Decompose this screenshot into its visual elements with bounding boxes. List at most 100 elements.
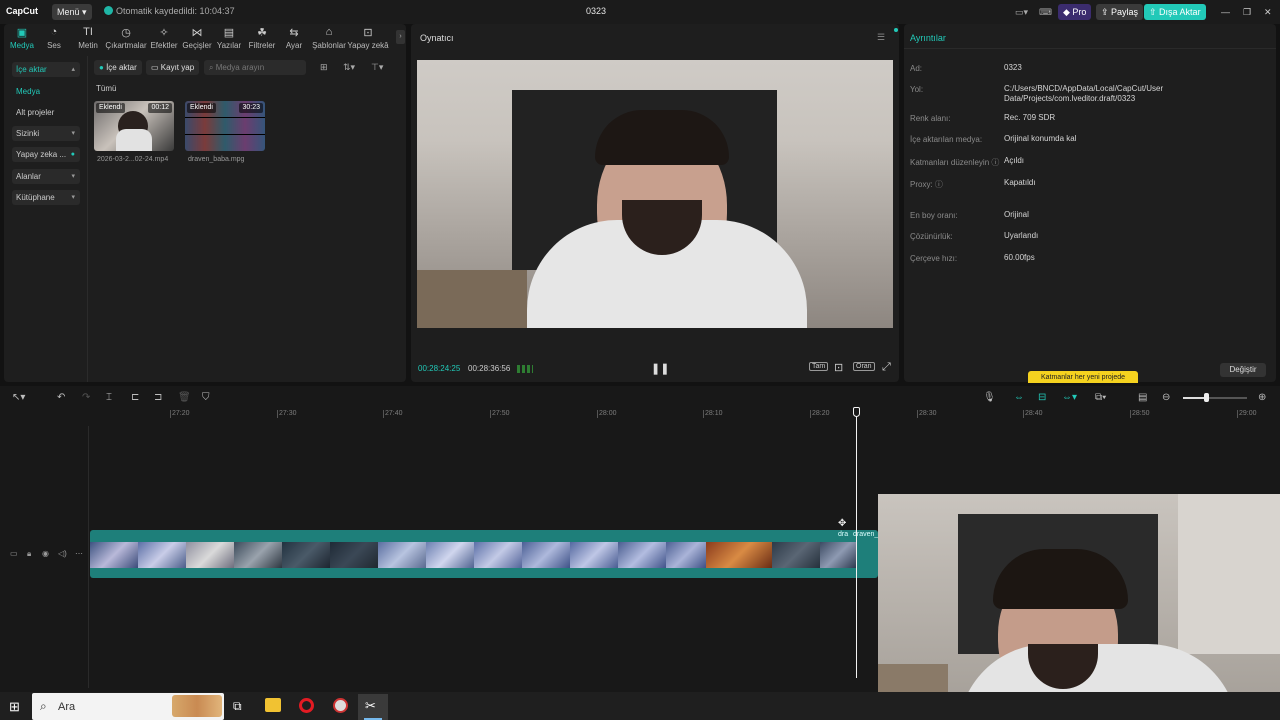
playhead[interactable] xyxy=(856,410,857,678)
media-clip-thumbnail[interactable]: Eklendi 30:23 xyxy=(185,101,265,151)
file-explorer-icon[interactable] xyxy=(265,698,281,712)
auto-snap-icon[interactable]: ⊟ xyxy=(1038,392,1046,403)
opera-icon[interactable] xyxy=(299,698,314,713)
caption-icon[interactable]: ▤ xyxy=(1138,392,1147,403)
detail-value: 0323 xyxy=(1004,63,1022,72)
clip-frame xyxy=(378,542,426,568)
ruler-tick: 28:40 xyxy=(1023,410,1043,418)
restore-icon[interactable]: ❐ xyxy=(1238,4,1256,20)
clip-duration: 30:23 xyxy=(239,103,263,113)
clip-filename: 2026-03-2...02-24.mp4 xyxy=(97,156,169,163)
video-preview[interactable] xyxy=(417,60,893,328)
player-title: Oynatıcı xyxy=(420,33,454,43)
task-view-icon[interactable]: ⧉ xyxy=(233,699,242,714)
undo-icon[interactable]: ↶ xyxy=(57,392,65,403)
change-button[interactable]: Değiştir xyxy=(1220,363,1266,377)
media-clip-thumbnail[interactable]: Eklendi 00:12 xyxy=(94,101,174,151)
split-left-icon[interactable]: ⊏ xyxy=(131,392,139,403)
split-icon[interactable]: ⌶ xyxy=(106,392,112,403)
sidebar-item-library[interactable]: Kütüphane ▾ xyxy=(12,190,80,205)
tool-templates[interactable]: ⌂ Şablonlar xyxy=(307,26,351,50)
preview-axis-icon[interactable]: ⧉▾ xyxy=(1095,392,1106,403)
timeline-ruler[interactable] xyxy=(88,406,1280,420)
detail-label: Proxy: ⓘ xyxy=(910,180,943,189)
layout-icon[interactable]: ▭▾ xyxy=(1010,4,1033,20)
autosave-status: Otomatik kaydedildi: 10:04:37 xyxy=(104,6,235,16)
clip-frame xyxy=(772,542,820,568)
toolbar-scroll-right-icon[interactable]: › xyxy=(396,30,405,44)
sidebar-item-media[interactable]: Medya xyxy=(12,84,80,99)
detail-value: Uyarlandı xyxy=(1004,231,1039,240)
filter-icon[interactable]: ⊤▾ xyxy=(371,62,383,73)
shortcuts-icon[interactable]: ⌨ xyxy=(1034,4,1057,20)
clip-frame xyxy=(706,542,772,568)
import-button[interactable]: ● İçe aktar xyxy=(94,60,142,75)
ruler-tick: 27:20 xyxy=(170,410,190,418)
select-tool-icon[interactable]: ↖▾ xyxy=(12,392,25,403)
ruler-tick: 27:30 xyxy=(277,410,297,418)
grid-view-icon[interactable]: ⊞ xyxy=(320,62,328,73)
windows-start-icon[interactable]: ⊞ xyxy=(9,699,20,715)
detail-label: Katmanları düzenleyin ⓘ xyxy=(910,158,1000,167)
ruler-tick: 27:50 xyxy=(490,410,510,418)
filter-all-tab[interactable]: Tümü xyxy=(96,84,116,93)
details-divider xyxy=(904,48,1276,49)
menu-button[interactable]: Menü ▾ xyxy=(52,4,92,20)
fullscreen-icon[interactable]: ⤢ xyxy=(882,361,891,374)
info-icon[interactable]: ⓘ xyxy=(991,158,999,167)
player-menu-icon[interactable]: ☰ xyxy=(877,32,885,43)
marker-icon[interactable]: ⛉ xyxy=(202,392,210,403)
sidebar-item-spaces[interactable]: Alanlar ▾ xyxy=(12,169,80,184)
close-icon[interactable]: ✕ xyxy=(1259,4,1277,20)
webcam-overlay xyxy=(878,494,1280,720)
tool-ai[interactable]: ⊡ Yapay zekâ xyxy=(346,26,390,50)
search-input[interactable]: ⌕ Medya arayın xyxy=(204,60,306,75)
microphone-icon[interactable]: 🎙 xyxy=(983,392,996,403)
clip-frame xyxy=(282,542,330,568)
ruler-tick: 28:00 xyxy=(597,410,617,418)
sidebar-item-yours[interactable]: Sizinki ▾ xyxy=(12,126,80,141)
chevron-down-icon: ▾ xyxy=(71,173,75,180)
link-icon[interactable]: ⇔▾ xyxy=(1062,392,1077,403)
detail-label: Yol: xyxy=(910,85,924,94)
zoom-in-icon[interactable]: ⊕ xyxy=(1258,392,1266,403)
speaker-icon[interactable]: ◁) xyxy=(58,549,67,558)
playhead-handle[interactable] xyxy=(853,407,860,417)
split-right-icon[interactable]: ⊐ xyxy=(154,392,162,403)
zoom-out-icon[interactable]: ⊖ xyxy=(1162,392,1170,403)
info-icon[interactable]: ⓘ xyxy=(935,180,943,189)
lock-icon[interactable]: 🔒︎ xyxy=(27,549,31,559)
layers-tooltip: Katmanlar her yeni projede xyxy=(1028,371,1138,383)
sidebar-item-import[interactable]: İçe aktar ▴ xyxy=(12,62,80,77)
cover-icon[interactable]: ▭ xyxy=(10,549,18,558)
delete-icon[interactable]: 🗑 xyxy=(178,392,191,403)
ratio-button[interactable]: Oran xyxy=(853,362,875,371)
sidebar-item-subprojects[interactable]: Alt projeler xyxy=(12,105,80,120)
detail-label: Ad: xyxy=(910,64,923,73)
title-bar: CapCut Menü ▾ Otomatik kaydedildi: 10:04… xyxy=(0,0,1280,24)
app-icon[interactable] xyxy=(333,698,348,713)
more-icon[interactable]: ⋯ xyxy=(75,549,83,558)
clip-frame xyxy=(426,542,474,568)
record-button[interactable]: ▭ Kayıt yap xyxy=(146,60,200,75)
export-button[interactable]: ⇧ Dışa Aktar xyxy=(1144,4,1206,20)
minimize-icon[interactable]: — xyxy=(1216,4,1235,20)
clip-frame xyxy=(570,542,618,568)
detail-label: Renk alanı: xyxy=(910,114,951,123)
crop-icon[interactable]: ⊡ xyxy=(834,361,843,374)
zoom-slider-handle[interactable] xyxy=(1204,393,1209,402)
templates-icon: ⌂ xyxy=(325,26,333,38)
chevron-down-icon: ▾ xyxy=(71,130,75,137)
preview-hair xyxy=(595,110,729,165)
pro-button[interactable]: ◆ Pro xyxy=(1058,4,1092,20)
full-quality-button[interactable]: Tam xyxy=(809,362,829,371)
sidebar-item-ai[interactable]: Yapay zeka ... ● xyxy=(12,147,80,162)
eye-icon[interactable]: ◉ xyxy=(42,549,49,558)
pause-icon[interactable]: ❚❚ xyxy=(651,362,669,375)
share-button[interactable]: ⇪ Paylaş xyxy=(1096,4,1144,20)
detail-value: Orijinal xyxy=(1004,210,1029,219)
redo-icon[interactable]: ↷ xyxy=(82,392,90,403)
audio-level-meter xyxy=(517,365,533,373)
main-track-magnet-icon[interactable]: ⇔ xyxy=(1014,392,1024,403)
sort-icon[interactable]: ⇅▾ xyxy=(343,62,355,73)
